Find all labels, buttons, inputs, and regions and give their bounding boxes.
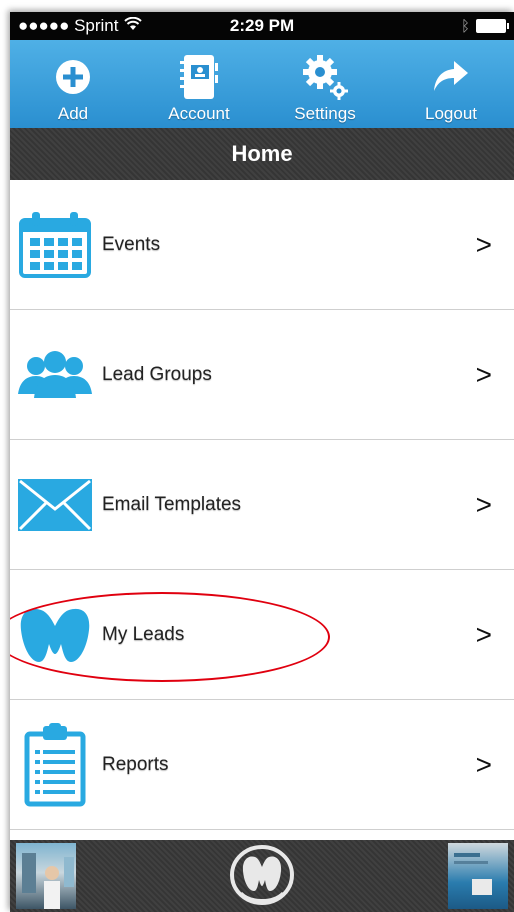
account-label: Account xyxy=(168,104,230,123)
settings-button[interactable]: Settings xyxy=(270,50,380,124)
promo-thumbnail-right[interactable] xyxy=(448,843,508,909)
carrier-label: ●●●●● Sprint xyxy=(18,16,119,35)
logout-label: Logout xyxy=(425,104,477,123)
bluetooth-icon: ᛒ xyxy=(460,17,470,35)
chevron-right-icon: > xyxy=(475,748,492,780)
chevron-right-icon: > xyxy=(475,228,492,260)
plus-circle-icon xyxy=(54,50,92,104)
share-arrow-icon xyxy=(432,50,470,104)
menu-item-my-leads[interactable]: My Leads > xyxy=(10,570,514,700)
page-title: Home xyxy=(231,141,293,166)
gear-icon xyxy=(301,50,349,104)
status-left: ●●●●● Sprint xyxy=(18,16,168,36)
settings-label: Settings xyxy=(294,104,356,123)
clipboard-icon xyxy=(10,722,100,808)
calendar-icon xyxy=(10,210,100,280)
logout-button[interactable]: Logout xyxy=(396,50,506,124)
toolbar: Add Account Settings Logout xyxy=(10,40,514,128)
menu-item-label: Lead Groups xyxy=(102,363,212,385)
menu-item-events[interactable]: Events > xyxy=(10,180,514,310)
wifi-icon xyxy=(124,16,143,36)
account-button[interactable]: Account xyxy=(144,50,254,124)
chevron-right-icon: > xyxy=(475,618,492,650)
menu-item-label: Email Templates xyxy=(102,493,242,515)
menu-item-label: Events xyxy=(102,233,161,255)
bottom-bar xyxy=(10,840,514,912)
highlight-annotation xyxy=(10,592,330,682)
menu-item-label: Reports xyxy=(102,753,169,775)
status-bar: ●●●●● Sprint 2:29 PM ᛒ xyxy=(10,12,514,40)
add-button[interactable]: Add xyxy=(18,50,128,124)
battery-icon xyxy=(476,19,509,33)
menu-item-lead-groups[interactable]: Lead Groups > xyxy=(10,310,514,440)
promo-thumbnail-left[interactable] xyxy=(16,843,76,909)
status-right: ᛒ xyxy=(356,17,509,35)
people-group-icon xyxy=(10,350,100,400)
status-time: 2:29 PM xyxy=(229,16,295,35)
menu-item-email-templates[interactable]: Email Templates > xyxy=(10,440,514,570)
app-logo-icon xyxy=(227,841,297,912)
chevron-right-icon: > xyxy=(475,358,492,390)
envelope-icon xyxy=(10,477,100,533)
menu-item-reports[interactable]: Reports > xyxy=(10,700,514,830)
page-title-bar: Home xyxy=(10,128,514,180)
chevron-right-icon: > xyxy=(475,488,492,520)
add-label: Add xyxy=(57,104,89,123)
app-screen: ●●●●● Sprint 2:29 PM ᛒ Add Account Setti… xyxy=(10,12,514,912)
home-menu-list: Events > Lead Groups > Email Templates >… xyxy=(10,180,514,830)
address-book-icon xyxy=(179,50,219,104)
